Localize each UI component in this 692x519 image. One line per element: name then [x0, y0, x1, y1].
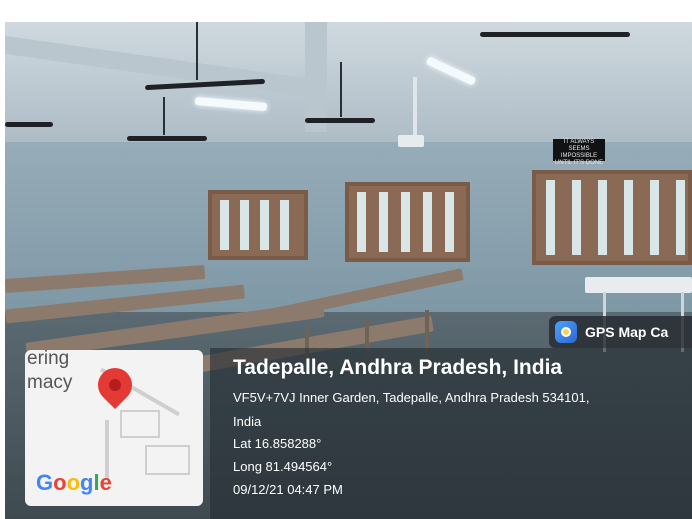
longitude: Long 81.494564° [233, 459, 333, 474]
map-building [145, 445, 190, 475]
window-left [208, 190, 308, 260]
latitude: Lat 16.858288° [233, 436, 322, 451]
map-label-fragment-2: macy [27, 372, 73, 393]
ceiling-beam [305, 22, 327, 132]
fan-rod [340, 62, 342, 117]
screenshot-frame: IT ALWAYS SEEMS IMPOSSIBLE UNTIL IT'S DO… [0, 0, 692, 519]
datetime: 09/12/21 04:47 PM [233, 482, 343, 497]
fan-rod [163, 97, 165, 135]
motivational-sign: IT ALWAYS SEEMS IMPOSSIBLE UNTIL IT'S DO… [553, 139, 605, 166]
map-building [120, 410, 160, 438]
window-right [532, 170, 692, 265]
window-middle [345, 182, 470, 262]
ceiling-fan [480, 32, 630, 37]
address-line-2: India [233, 414, 262, 429]
map-label-fragment-1: ering [27, 348, 70, 369]
gps-map-camera-icon [555, 321, 577, 343]
projector-mount [413, 77, 417, 137]
address-line-1: VF5V+7VJ Inner Garden, Tadepalle, Andhra… [233, 390, 590, 405]
ceiling-fan [127, 136, 207, 141]
fan-rod [196, 22, 198, 80]
google-logo: Google [36, 470, 112, 495]
ceiling-fan [305, 118, 375, 123]
projector [398, 135, 424, 147]
gps-app-label: GPS Map Ca [585, 324, 669, 340]
location-title: Tadepalle, Andhra Pradesh, India [233, 356, 563, 379]
ceiling-fan [5, 122, 53, 127]
gps-map-camera-badge: GPS Map Ca [549, 316, 692, 348]
teacher-table [585, 277, 692, 293]
ceiling [5, 22, 692, 142]
